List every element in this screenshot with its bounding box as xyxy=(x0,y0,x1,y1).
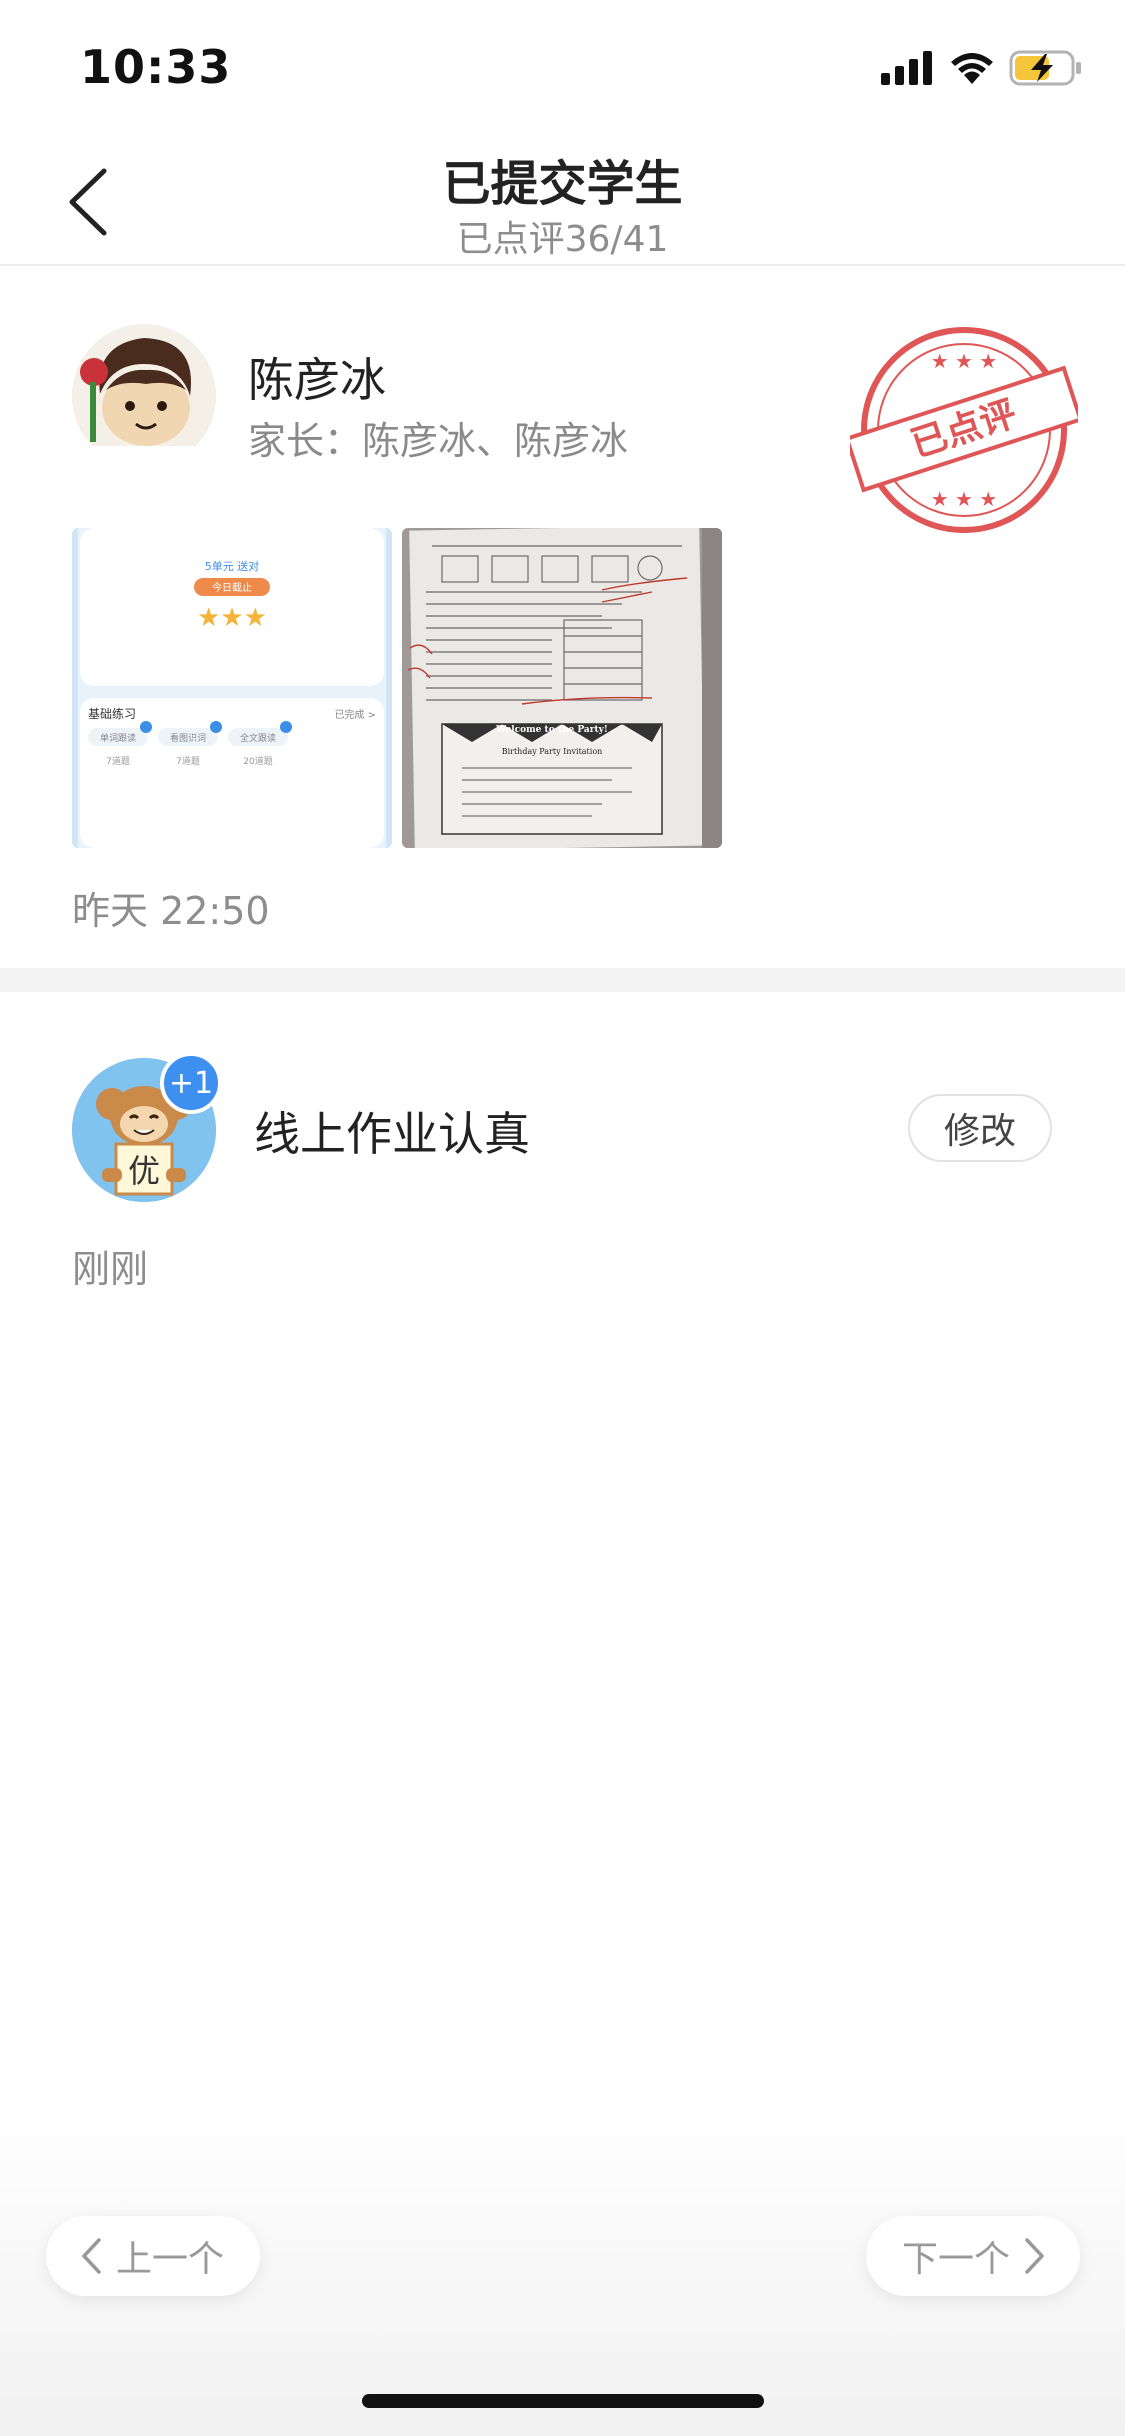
thumb-count-3: 20道题 xyxy=(243,755,272,767)
thumb-section-status: 已完成 > xyxy=(334,708,376,721)
thumb-section-title: 基础练习 xyxy=(88,706,136,721)
review-card: 优 +1 线上作业认真 修改 刚刚 xyxy=(0,992,1125,1352)
avatar[interactable] xyxy=(72,324,216,468)
previous-label: 上一个 xyxy=(116,2239,225,2280)
reviewed-stamp: ★ ★ ★ ★ ★ ★ 已点评 xyxy=(844,316,1083,544)
reward-character: 优 xyxy=(128,1152,160,1190)
thumb-item-3: 全文跟读 xyxy=(240,732,276,744)
thumb-unit-text: 5单元 送对 xyxy=(205,559,260,573)
battery-charging-icon xyxy=(1009,50,1081,86)
next-button[interactable]: 下一个 xyxy=(866,2216,1080,2296)
wifi-icon xyxy=(951,53,993,84)
review-time: 刚刚 xyxy=(72,1247,149,1291)
thumb-stars: ★★★ xyxy=(197,603,267,633)
cartoon-avatar-icon xyxy=(72,324,216,468)
page-title: 已提交学生 xyxy=(442,156,683,212)
status-icons xyxy=(881,46,1083,90)
home-indicator xyxy=(362,2394,764,2408)
review-comment: 线上作业认真 xyxy=(254,1107,530,1161)
svg-text:★ ★ ★: ★ ★ ★ xyxy=(931,487,998,511)
previous-button[interactable]: 上一个 xyxy=(46,2216,260,2296)
thumb-item-1: 单词跟读 xyxy=(100,732,136,744)
photo-subheading: Birthday Party Invitation xyxy=(502,747,603,756)
status-time: 10:33 xyxy=(80,40,232,94)
svg-text:★ ★ ★: ★ ★ ★ xyxy=(931,349,998,373)
parent-names: 家长：陈彦冰、陈彦冰 xyxy=(248,419,629,463)
homework-screenshot-thumbnail[interactable]: 5单元 送对 今日截止 ★★★ 基础练习 已完成 > 单词跟读 看图识词 全文跟… xyxy=(72,528,392,848)
plus-one-badge: +1 xyxy=(160,1052,222,1114)
thumb-badge-text: 今日截止 xyxy=(212,581,252,594)
thumb-item-2: 看图识词 xyxy=(170,732,206,744)
chevron-left-icon xyxy=(82,2238,101,2274)
edit-button[interactable]: 修改 xyxy=(908,1094,1052,1162)
next-label: 下一个 xyxy=(902,2239,1011,2280)
chevron-right-icon xyxy=(1025,2238,1044,2274)
review-progress: 已点评36/41 xyxy=(456,219,669,260)
thumb-count-1: 7道题 xyxy=(106,755,130,767)
homework-photo-thumbnail[interactable]: Welcome to the Party! Birthday Party Inv… xyxy=(402,528,722,848)
submission-card: 陈彦冰 家长：陈彦冰、陈彦冰 ★ ★ ★ ★ ★ ★ 已点评 5单元 送对 今日… xyxy=(0,268,1125,968)
student-name: 陈彦冰 xyxy=(248,353,386,407)
section-divider xyxy=(0,968,1125,992)
signal-icon xyxy=(881,51,932,85)
photo-heading: Welcome to the Party! xyxy=(495,725,608,735)
thumb-count-2: 7道题 xyxy=(176,755,200,767)
status-bar: 10:33 xyxy=(0,0,1125,132)
submitted-time: 昨天 22:50 xyxy=(72,889,270,933)
nav-bar: 已提交学生 已点评36/41 xyxy=(0,132,1125,266)
